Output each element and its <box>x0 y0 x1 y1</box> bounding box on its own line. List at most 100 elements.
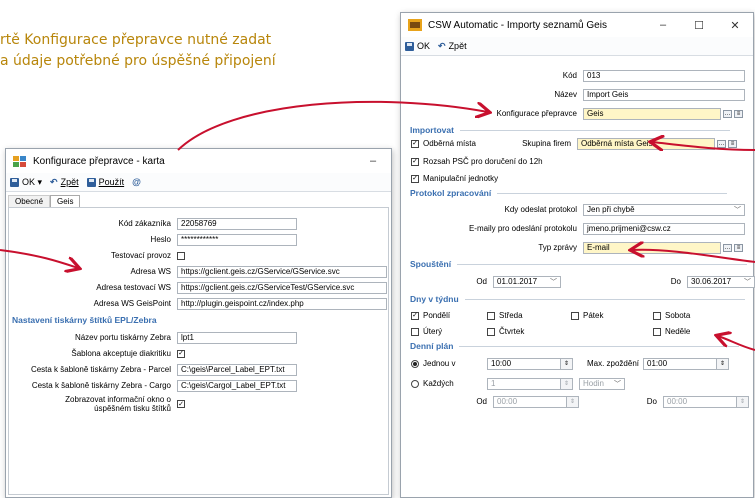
back-button[interactable]: ↶ Zpět <box>50 177 79 188</box>
testovaci-checkbox[interactable] <box>177 251 185 260</box>
use-button[interactable]: Použít <box>86 177 124 187</box>
detail-icon[interactable]: ≡ <box>728 139 737 148</box>
ok-label: OK <box>22 177 36 187</box>
minimize-icon[interactable]: – <box>645 19 681 31</box>
ctvrtek-checkbox[interactable] <box>487 327 495 336</box>
rozsah-psc-checkbox[interactable]: ✓ <box>411 157 419 166</box>
chevron-down-icon: ﹀ <box>734 206 741 214</box>
ctvrtek-label: Čtvrtek <box>499 327 525 336</box>
ok-label: OK <box>417 41 431 51</box>
tab-geis[interactable]: Geis <box>50 195 81 207</box>
info-window-label: Zobrazovat informační okno o úspěšném ti… <box>6 395 177 413</box>
row-port: Název portu tiskárny Zebra lpt1 <box>6 331 297 344</box>
spinner-icon[interactable]: ⇕ <box>560 378 572 389</box>
kod-input[interactable]: 013 <box>583 69 745 82</box>
detail-icon[interactable]: ≡ <box>734 109 743 118</box>
kazdych-radio[interactable] <box>411 379 419 388</box>
tab-obecne[interactable]: Obecné <box>8 195 51 207</box>
manipulacni-label: Manipulační jednotky <box>423 174 499 183</box>
detail-icon[interactable]: ≡ <box>734 243 743 252</box>
kdy-value: Jen při chybě <box>587 205 635 214</box>
back-label: Zpět <box>60 177 79 187</box>
max-zpozdeni-input[interactable]: 01:00 ⇕ <box>643 357 729 370</box>
spinner-icon[interactable]: ⇕ <box>566 396 578 407</box>
patek-label: Pátek <box>583 311 604 320</box>
day-utery[interactable]: Úterý <box>411 325 442 338</box>
od2-label: Od <box>476 397 487 406</box>
typ-input[interactable]: E-mail <box>583 241 721 254</box>
cargo-input[interactable]: C:\geis\Cargol_Label_EPT.txt <box>177 379 297 392</box>
rozsah-psc-label: Rozsah PSČ pro doručení do 12h <box>423 157 543 166</box>
patek-checkbox[interactable] <box>571 311 579 320</box>
row-diakritika: Šablona akceptuje diakritiku ✓ <box>6 347 185 360</box>
hodin-select[interactable]: Hodin ﹀ <box>579 377 625 390</box>
spinner-icon[interactable]: ⇕ <box>716 358 728 369</box>
back-button[interactable]: ↶ Zpět <box>438 41 467 52</box>
adresa-ws-input[interactable]: https://gclient.geis.cz/GService/GServic… <box>177 265 387 278</box>
kazdych-input[interactable]: 1 ⇕ <box>487 377 573 390</box>
spousteni-title: Spouštění <box>410 259 452 269</box>
day-pondeli[interactable]: ✓ Pondělí <box>411 309 450 322</box>
browse-icon[interactable]: … <box>723 109 732 118</box>
emaily-input[interactable]: jmeno.prijmeni@csw.cz <box>583 222 745 235</box>
ok-button[interactable]: OK ▾ <box>10 177 42 188</box>
jednou-radio[interactable] <box>411 359 419 368</box>
browse-icon[interactable]: … <box>723 243 732 252</box>
do2-input[interactable]: 00:00 ⇕ <box>663 395 749 408</box>
utery-checkbox[interactable] <box>411 327 419 336</box>
minimize-icon[interactable]: – <box>355 155 391 167</box>
kod-zakaznika-input[interactable]: 22058769 <box>177 217 297 230</box>
help-button[interactable]: @ <box>132 177 141 187</box>
streda-checkbox[interactable] <box>487 311 495 320</box>
chevron-down-icon: ﹀ <box>614 380 621 388</box>
day-ctvrtek[interactable]: Čtvrtek <box>487 325 524 338</box>
row-kazdych: Každých 1 ⇕ Hodin ﹀ <box>411 377 625 390</box>
diakritika-label: Šablona akceptuje diakritiku <box>71 349 171 358</box>
od-value: 01.01.2017 <box>497 277 538 286</box>
maximize-icon[interactable]: ☐ <box>681 19 717 32</box>
adresa-geispoint-input[interactable]: http://plugin.geispoint.cz/index.php <box>177 297 387 310</box>
carrier-config-window: Konfigurace přepravce - karta – OK ▾ ↶ Zp… <box>5 148 392 498</box>
day-nedele[interactable]: Neděle <box>653 325 690 338</box>
konfigurace-input[interactable]: Geis <box>583 107 721 120</box>
nedele-checkbox[interactable] <box>653 327 661 336</box>
hodin-value: Hodin <box>583 379 604 388</box>
pondeli-checkbox[interactable]: ✓ <box>411 311 419 320</box>
adresa-test-ws-input[interactable]: https://gclient.geis.cz/GServiceTest/GSe… <box>177 281 387 294</box>
row-rozsah-psc: ✓ Rozsah PSČ pro doručení do 12h <box>411 155 543 168</box>
max-zpozdeni-label: Max. zpoždění <box>586 359 639 368</box>
sobota-checkbox[interactable] <box>653 311 661 320</box>
day-streda[interactable]: Středa <box>487 309 523 322</box>
odberna-mista-checkbox[interactable]: ✓ <box>411 139 419 148</box>
jednou-time-input[interactable]: 10:00 ⇕ <box>487 357 573 370</box>
kdy-select[interactable]: Jen při chybě ﹀ <box>583 203 745 216</box>
app-icon <box>408 19 422 31</box>
spinner-icon[interactable]: ⇕ <box>736 396 748 407</box>
spinner-icon[interactable]: ⇕ <box>560 358 572 369</box>
ok-button[interactable]: OK <box>405 41 430 51</box>
jednou-label: Jednou v <box>423 359 456 368</box>
day-patek[interactable]: Pátek <box>571 309 603 322</box>
close-icon[interactable]: ✕ <box>717 19 753 32</box>
info-window-checkbox[interactable]: ✓ <box>177 400 185 408</box>
browse-icon[interactable]: … <box>717 139 726 148</box>
port-input[interactable]: lpt1 <box>177 331 297 344</box>
row-emaily: E-maily pro odeslání protokolu jmeno.prij… <box>401 222 745 235</box>
skupina-input[interactable]: Odběrná místa Geis <box>577 137 715 150</box>
parcel-label: Cesta k šabloně tiskárny Zebra - Parcel <box>30 365 171 374</box>
jednou-time-value: 10:00 <box>491 359 512 368</box>
manipulacni-checkbox[interactable]: ✓ <box>411 174 419 183</box>
od-date-input[interactable]: 01.01.2017 ﹀ <box>493 275 561 288</box>
nazev-input[interactable]: Import Geis <box>583 88 745 101</box>
day-sobota[interactable]: Sobota <box>653 309 690 322</box>
do-date-input[interactable]: 30.06.2017 ﹀ <box>687 275 755 288</box>
parcel-input[interactable]: C:\geis\Parcel_Label_EPT.txt <box>177 363 297 376</box>
heslo-input[interactable]: ************ <box>177 233 297 246</box>
save-icon <box>405 41 414 51</box>
kod-zakaznika-label: Kód zákazníka <box>118 219 171 228</box>
pondeli-label: Pondělí <box>423 311 451 320</box>
diakritika-checkbox[interactable]: ✓ <box>177 349 185 358</box>
od2-input[interactable]: 00:00 ⇕ <box>493 395 579 408</box>
nazev-label: Název <box>554 90 577 99</box>
do-value: 30.06.2017 <box>691 277 732 286</box>
